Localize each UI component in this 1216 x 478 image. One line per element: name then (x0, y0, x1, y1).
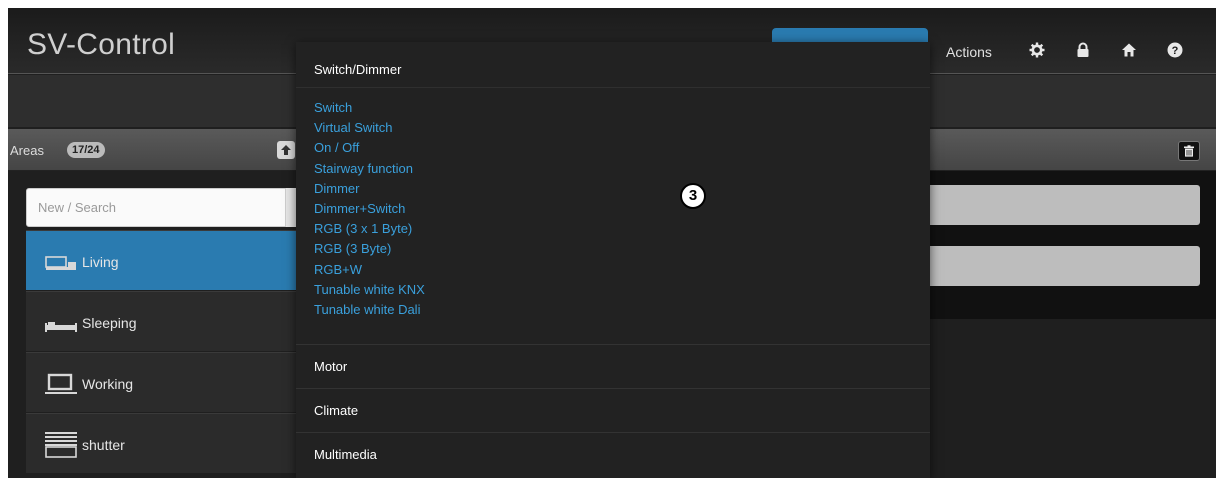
gear-icon[interactable] (1029, 42, 1045, 58)
dropdown-item-rgbw[interactable]: RGB+W (314, 260, 425, 280)
dropdown-item-tunable-white-dali[interactable]: Tunable white Dali (314, 300, 425, 320)
sofa-icon (44, 249, 78, 275)
area-search-input[interactable] (26, 188, 286, 227)
svg-text:?: ? (1172, 45, 1179, 57)
detail-field-2[interactable] (928, 246, 1200, 286)
actions-menu[interactable]: Actions (946, 44, 992, 60)
dropdown-section-motor[interactable]: Motor (296, 344, 930, 388)
area-label: shutter (82, 437, 125, 453)
delete-button[interactable] (1178, 141, 1200, 161)
area-label: Sleeping (82, 315, 137, 331)
widget-type-dropdown: Switch/Dimmer Switch Virtual Switch On /… (296, 42, 930, 478)
detail-field-1[interactable] (928, 185, 1200, 225)
dropdown-section-multimedia[interactable]: Multimedia (296, 432, 930, 476)
help-icon[interactable]: ? (1167, 42, 1183, 58)
step-marker: 3 (680, 183, 706, 209)
arrow-up-icon (281, 145, 291, 155)
area-label: Working (82, 376, 134, 392)
area-item-living[interactable]: Living (26, 230, 296, 290)
bed-icon (44, 310, 78, 336)
dropdown-item-rgb-3x1-byte[interactable]: RGB (3 x 1 Byte) (314, 219, 425, 239)
lock-icon[interactable] (1075, 42, 1091, 58)
search-addon-button[interactable] (286, 188, 296, 227)
move-up-button[interactable] (277, 141, 295, 159)
dropdown-item-switch[interactable]: Switch (314, 98, 425, 118)
area-item-working[interactable]: Working (26, 352, 296, 412)
dropdown-item-dimmer[interactable]: Dimmer (314, 179, 425, 199)
dropdown-item-on-off[interactable]: On / Off (314, 138, 425, 158)
dropdown-item-virtual-switch[interactable]: Virtual Switch (314, 118, 425, 138)
areas-count-badge: 17/24 (67, 142, 105, 158)
monitor-icon (44, 371, 78, 397)
area-item-sleeping[interactable]: Sleeping (26, 291, 296, 351)
area-label: Living (82, 254, 119, 270)
shutter-icon (44, 432, 78, 458)
home-icon[interactable] (1121, 42, 1137, 58)
app-window: SV-Control Actions ? Areas 17/24 Li (8, 8, 1216, 478)
dropdown-item-tunable-white-knx[interactable]: Tunable white KNX (314, 280, 425, 300)
app-brand: SV-Control (27, 28, 176, 61)
area-item-shutter[interactable]: shutter (26, 413, 296, 473)
dropdown-header-switch-dimmer: Switch/Dimmer (296, 52, 930, 88)
dropdown-section-climate[interactable]: Climate (296, 388, 930, 432)
areas-title: Areas (10, 143, 44, 158)
switch-dimmer-list: Switch Virtual Switch On / Off Stairway … (314, 98, 425, 320)
dropdown-item-dimmer-switch[interactable]: Dimmer+Switch (314, 199, 425, 219)
trash-icon (1184, 145, 1194, 157)
dropdown-item-rgb-3-byte[interactable]: RGB (3 Byte) (314, 239, 425, 259)
dropdown-item-stairway-function[interactable]: Stairway function (314, 159, 425, 179)
